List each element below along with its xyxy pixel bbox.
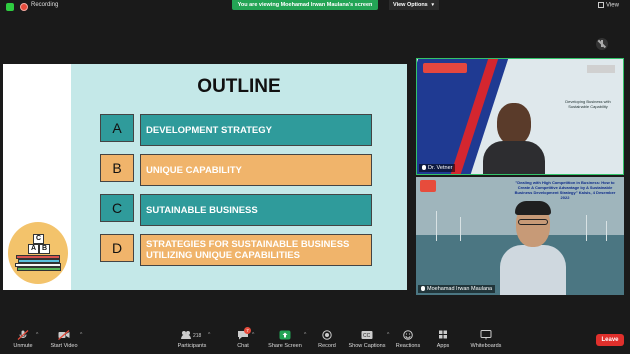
record-label: Record xyxy=(318,343,336,349)
reactions-button[interactable]: Reactions xyxy=(394,330,422,349)
show-captions-label: Show Captions xyxy=(348,343,386,349)
background-title: "Dealing with High Competition in Busine… xyxy=(514,180,616,200)
start-video-button[interactable]: Start Video xyxy=(48,330,80,349)
outline-text: UNIQUE CAPABILITY xyxy=(140,154,372,186)
chevron-down-icon: ▾ xyxy=(431,2,434,8)
chat-label: Chat xyxy=(237,343,249,349)
record-button[interactable]: Record xyxy=(314,330,340,349)
security-shield-icon[interactable] xyxy=(6,3,14,11)
screen-share-banner: You are viewing Moehamad Irwan Maulana's… xyxy=(232,0,378,10)
view-options-label: View Options xyxy=(393,2,428,8)
share-screen-icon xyxy=(279,330,291,340)
video-options-chevron-icon[interactable]: ^ xyxy=(80,332,82,338)
participant-name: Dr. Vetner xyxy=(428,165,453,171)
participant-face xyxy=(497,103,531,145)
letter-block: C xyxy=(33,234,44,244)
chat-button[interactable]: 7 Chat xyxy=(234,327,252,349)
participant-body xyxy=(500,245,566,295)
participant-hair xyxy=(515,201,551,215)
logo-icon xyxy=(587,65,615,73)
participant-name-tag: Dr. Vetner xyxy=(419,164,456,172)
start-video-label: Start Video xyxy=(50,343,78,349)
apps-button[interactable]: Apps xyxy=(434,330,452,349)
participant-body xyxy=(483,141,545,174)
letter-block: B xyxy=(39,244,50,254)
wind-turbine-graphic xyxy=(606,221,607,241)
wind-turbine-graphic xyxy=(460,217,461,241)
logo-icon xyxy=(423,63,467,73)
abc-blocks-illustration: C A B xyxy=(8,222,68,284)
participant-video xyxy=(483,103,545,174)
outline-letter: D xyxy=(100,234,134,262)
shared-screen-slide: OUTLINE A DEVELOPMENT STRATEGY B UNIQUE … xyxy=(3,64,407,290)
whiteboards-label: Whiteboards xyxy=(470,343,502,349)
logo-icon xyxy=(420,180,436,192)
outline-letter: A xyxy=(100,114,134,142)
muted-mic-icon xyxy=(596,38,608,50)
reactions-label: Reactions xyxy=(395,343,421,349)
participant-glasses xyxy=(518,219,548,225)
whiteboards-button[interactable]: Whiteboards xyxy=(467,330,505,349)
recording-label: Recording xyxy=(31,2,59,8)
slide-title: OUTLINE xyxy=(197,76,281,97)
outline-text: SUTAINABLE BUSINESS xyxy=(140,194,372,226)
participant-name-tag: Moehamad Irwan Maulana xyxy=(418,285,496,293)
unmute-button[interactable]: Unmute xyxy=(10,330,36,349)
video-tile[interactable]: Developing Business with Sustainable Cap… xyxy=(416,58,624,175)
letter-block: A xyxy=(28,244,39,254)
leave-button[interactable]: Leave xyxy=(596,334,624,346)
participants-count: 218 xyxy=(193,333,202,339)
video-tile[interactable]: "Dealing with High Competition in Busine… xyxy=(416,177,624,295)
background-caption: Developing Business with Sustainable Cap… xyxy=(565,99,611,109)
chat-icon: 7 xyxy=(237,327,251,340)
meeting-toolbar: Unmute ^ Start Video ^ 218 Participants … xyxy=(0,324,630,354)
outline-text: DEVELOPMENT STRATEGY xyxy=(140,114,372,146)
view-button[interactable]: View xyxy=(598,2,619,9)
participant-name: Moehamad Irwan Maulana xyxy=(427,286,493,292)
recording-icon xyxy=(20,3,28,11)
outline-letter: C xyxy=(100,194,134,222)
outline-text: STRATEGIES FOR SUSTAINABLE BUSINESS UTIL… xyxy=(140,234,372,266)
participants-icon: 218 xyxy=(180,330,204,340)
show-captions-button[interactable]: CC Show Captions xyxy=(347,330,387,349)
share-options-chevron-icon[interactable]: ^ xyxy=(304,332,306,338)
grid-view-icon xyxy=(598,2,604,8)
book-illustration xyxy=(17,267,61,271)
reactions-icon xyxy=(402,330,414,340)
captions-icon: CC xyxy=(361,330,373,340)
video-off-icon xyxy=(58,330,70,340)
microphone-icon xyxy=(421,286,425,292)
participants-button[interactable]: 218 Participants xyxy=(176,330,208,349)
meeting-top-bar: Recording You are viewing Moehamad Irwan… xyxy=(0,0,630,14)
share-screen-label: Share Screen xyxy=(268,343,302,349)
outline-letter: B xyxy=(100,154,134,182)
view-label: View xyxy=(606,2,619,9)
wind-turbine-graphic xyxy=(436,211,437,241)
share-screen-button[interactable]: Share Screen xyxy=(266,330,304,349)
chat-options-chevron-icon[interactable]: ^ xyxy=(252,332,254,338)
muted-microphone-icon xyxy=(17,330,29,340)
captions-options-chevron-icon[interactable]: ^ xyxy=(387,332,389,338)
participants-options-chevron-icon[interactable]: ^ xyxy=(208,332,210,338)
apps-icon xyxy=(437,330,449,340)
whiteboard-icon xyxy=(480,330,492,340)
unmute-label: Unmute xyxy=(13,343,33,349)
microphone-icon xyxy=(422,165,426,171)
chat-badge: 7 xyxy=(244,327,251,334)
audio-options-chevron-icon[interactable]: ^ xyxy=(36,332,38,338)
wind-turbine-graphic xyxy=(586,215,587,241)
record-icon xyxy=(321,330,333,340)
apps-label: Apps xyxy=(436,343,450,349)
view-options-button[interactable]: View Options ▾ xyxy=(389,0,439,10)
svg-text:CC: CC xyxy=(363,333,371,339)
participant-video xyxy=(500,201,566,295)
participants-label: Participants xyxy=(177,343,207,349)
